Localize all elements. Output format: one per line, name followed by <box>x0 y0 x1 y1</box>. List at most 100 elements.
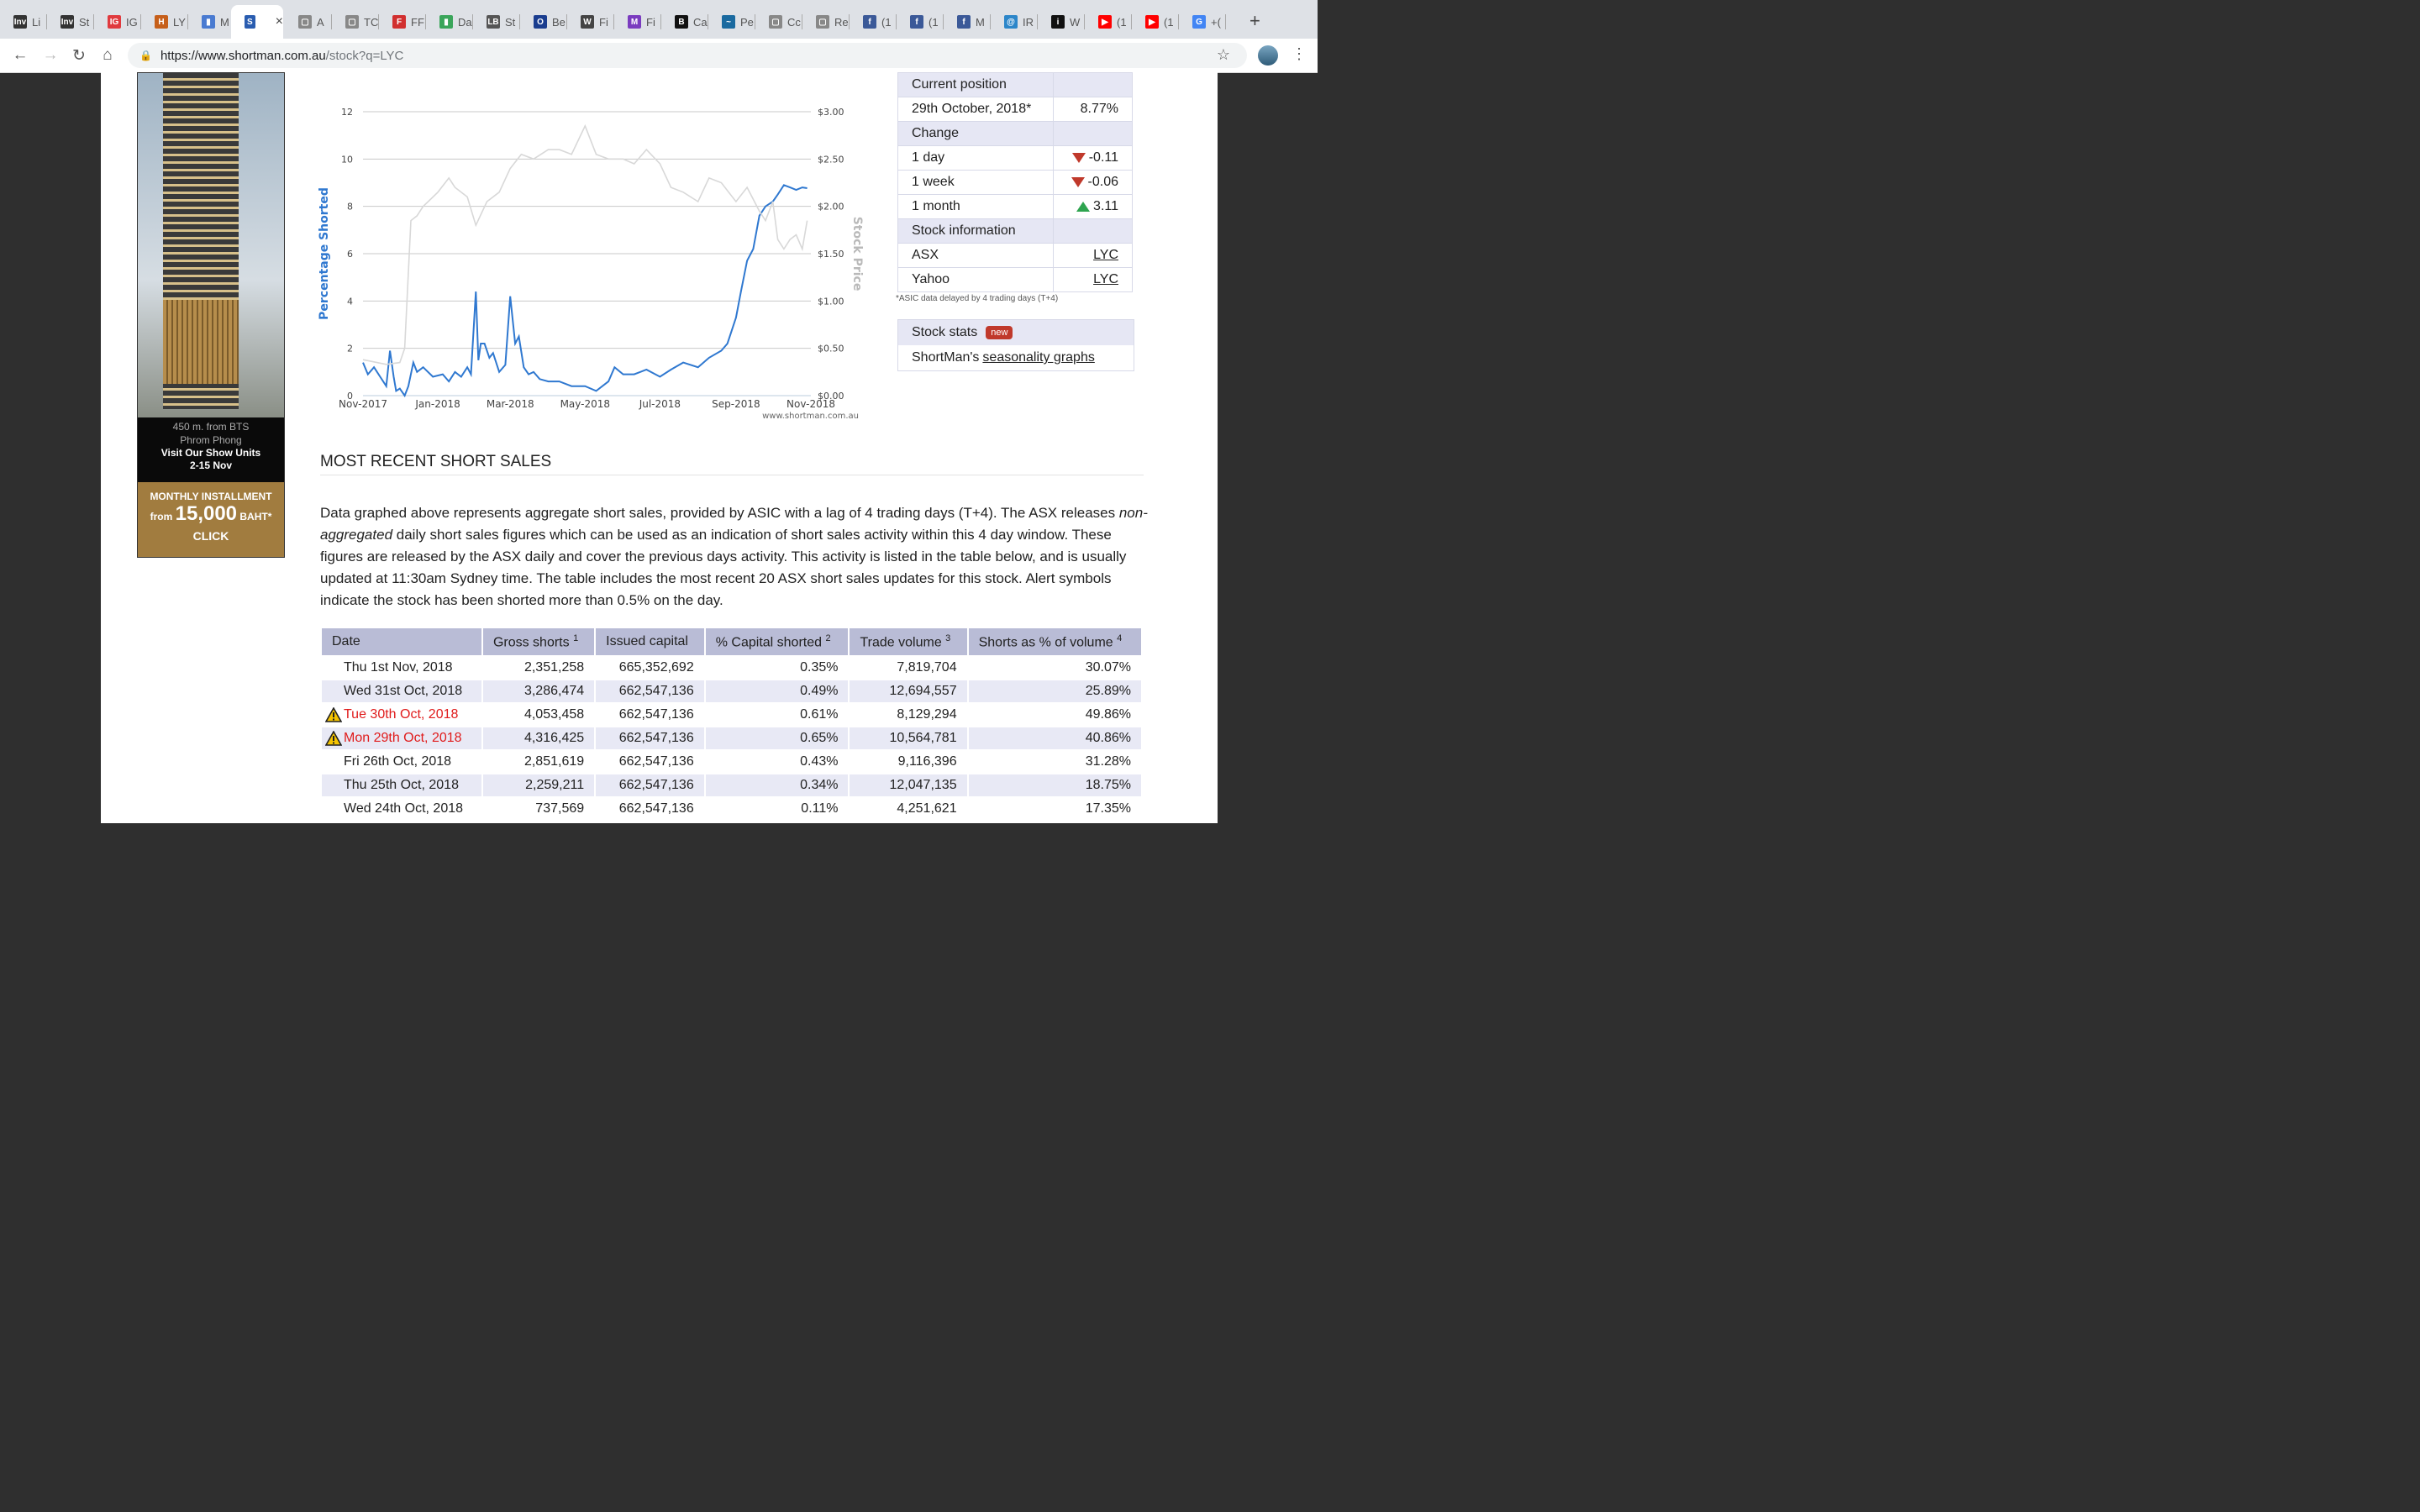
page-content: 450 m. from BTS Phrom Phong Visit Our Sh… <box>101 72 1218 823</box>
tab-label: (1 <box>881 15 892 29</box>
cell-issued: 662,547,136 <box>594 726 706 751</box>
tab-favicon-icon: G <box>1192 15 1206 29</box>
tab-favicon-icon: i <box>1051 15 1065 29</box>
profile-avatar[interactable] <box>1258 45 1278 66</box>
column-header-label: Shorts as % of volume <box>978 635 1113 650</box>
browser-tab[interactable]: G +( <box>1179 5 1226 39</box>
forward-icon[interactable]: → <box>40 45 60 66</box>
tab-favicon-icon: @ <box>1004 15 1018 29</box>
column-header: Shorts as % of volume 4 <box>966 627 1144 657</box>
ad-line-2: Phrom Phong <box>180 434 242 446</box>
tab-label: M <box>976 15 985 29</box>
short-sales-table: Date Gross shorts 1 Issued capital % Capita… <box>320 627 1144 822</box>
browser-tab[interactable]: S × <box>231 5 283 39</box>
ad-line-4: 2-15 Nov <box>189 459 233 471</box>
tab-label: M <box>220 15 229 29</box>
ad-banner[interactable]: 450 m. from BTS Phrom Phong Visit Our Sh… <box>137 72 285 558</box>
tab-favicon-icon: ▢ <box>345 15 359 29</box>
browser-tab[interactable]: H LY <box>141 5 188 39</box>
ad-cta[interactable]: CLICK <box>138 529 284 543</box>
browser-tab[interactable]: @ IR <box>991 5 1038 39</box>
column-header-label: Date <box>332 634 360 648</box>
bookmark-star-icon[interactable]: ☆ <box>1217 46 1230 64</box>
change-1month-value: 3.11 <box>1052 194 1134 219</box>
browser-tab[interactable]: B Ca <box>661 5 708 39</box>
seasonality-graphs-link[interactable]: seasonality graphs <box>982 350 1094 365</box>
tab-label: IG <box>126 15 138 29</box>
browser-tab[interactable]: O Be <box>520 5 567 39</box>
tab-favicon-icon: ▢ <box>769 15 782 29</box>
cell-date: Tue 30th Oct, 2018 <box>320 702 483 727</box>
ad-installment-band[interactable]: MONTHLY INSTALLMENT from 15,000 BAHT* CL… <box>138 482 284 557</box>
stock-stats-title: Stock stats <box>912 325 978 339</box>
x-tick-label: Jan-2018 <box>414 398 460 410</box>
browser-tab[interactable]: LB St <box>473 5 520 39</box>
date-text: Wed 24th Oct, 2018 <box>344 801 464 816</box>
cell-share: 49.86% <box>966 702 1144 727</box>
browser-tab[interactable]: Inv Li <box>0 5 47 39</box>
current-position-blank <box>1052 72 1134 97</box>
y2-tick-label: $1.00 <box>818 296 844 307</box>
back-icon[interactable]: ← <box>10 45 30 66</box>
ad-price: from 15,000 BAHT* <box>138 502 284 526</box>
cell-share: 18.75% <box>966 773 1144 798</box>
browser-tab[interactable]: ▢ A <box>285 5 332 39</box>
yahoo-link[interactable]: LYC <box>1093 272 1118 286</box>
ad-show-units: Visit Our Show Units 2-15 Nov <box>138 447 284 472</box>
stock-info-label: Stock information <box>897 218 1054 244</box>
cell-date: Wed 31st Oct, 2018 <box>320 679 483 704</box>
tab-favicon-icon: ▮ <box>202 15 215 29</box>
new-tab-button[interactable]: + <box>1249 10 1260 32</box>
browser-tab[interactable]: ~ Pe <box>708 5 755 39</box>
browser-tab[interactable]: IG IG <box>94 5 141 39</box>
side-panel: Current position 29th October, 2018* 8.77… <box>896 72 1134 303</box>
change-1day-number: -0.11 <box>1088 150 1118 165</box>
browser-tab[interactable]: ▢ Cc <box>755 5 802 39</box>
tab-favicon-icon: Inv <box>60 15 74 29</box>
browser-tab[interactable]: Inv St <box>47 5 94 39</box>
tab-label: Li <box>32 15 41 29</box>
column-header-label: % Capital shorted <box>715 635 823 650</box>
browser-tab[interactable]: ▶ (1 <box>1085 5 1132 39</box>
change-1week-value: -0.06 <box>1052 170 1134 195</box>
tab-label: Cc <box>787 15 801 29</box>
browser-tab[interactable]: ▮ M <box>188 5 235 39</box>
asx-link[interactable]: LYC <box>1093 248 1118 262</box>
cell-pct: 0.11% <box>703 796 850 822</box>
browser-tab[interactable]: f (1 <box>897 5 944 39</box>
browser-tab[interactable]: M Fi <box>614 5 661 39</box>
tab-label: Pe <box>740 15 754 29</box>
browser-tab[interactable]: ▮ Da <box>426 5 473 39</box>
y2-tick-label: $2.00 <box>818 202 844 213</box>
x-tick-label: Jul-2018 <box>639 398 681 410</box>
browser-tab[interactable]: ▢ TC <box>332 5 379 39</box>
tab-label: Re <box>834 15 849 29</box>
browser-tab[interactable]: f (1 <box>850 5 897 39</box>
y-tick-label: 8 <box>347 202 353 213</box>
cell-share: 17.35% <box>966 796 1144 822</box>
home-icon[interactable]: ⌂ <box>97 45 118 66</box>
tab-favicon-icon: Inv <box>13 15 27 29</box>
cell-volume: 9,116,396 <box>848 749 969 774</box>
y-tick-label: 2 <box>347 344 353 354</box>
table-body: Thu 1st Nov, 2018 2,351,258 665,352,692 0.3… <box>320 655 1144 822</box>
address-bar[interactable]: 🔒 https://www.shortman.com.au/stock?q=LY… <box>128 43 1247 68</box>
table-row: Wed 24th Oct, 2018 737,569 662,547,136 0.11… <box>320 796 1144 822</box>
browser-tab[interactable]: ▶ (1 <box>1132 5 1179 39</box>
tab-favicon-icon: S <box>245 15 255 29</box>
tab-label: Be <box>552 15 566 29</box>
reload-icon[interactable]: ↻ <box>69 45 89 66</box>
browser-tab[interactable]: W Fi <box>567 5 614 39</box>
cell-volume: 12,047,135 <box>848 773 969 798</box>
tab-favicon-icon: ▶ <box>1098 15 1112 29</box>
browser-tab[interactable]: iW <box>1038 5 1085 39</box>
chart-svg: 024681012$0.00$0.50$1.00$1.50$2.00$2.50$… <box>318 107 864 421</box>
tab-favicon-icon: ▢ <box>816 15 829 29</box>
browser-tab[interactable]: ▢ Re <box>802 5 850 39</box>
close-tab-icon[interactable]: × <box>276 14 283 29</box>
browser-tab[interactable]: fM <box>944 5 991 39</box>
y-tick-label: 6 <box>347 249 353 260</box>
ad-installment-label: MONTHLY INSTALLMENT <box>150 491 272 502</box>
menu-icon[interactable]: ⋮ <box>1292 45 1307 63</box>
browser-tab[interactable]: F FF <box>379 5 426 39</box>
